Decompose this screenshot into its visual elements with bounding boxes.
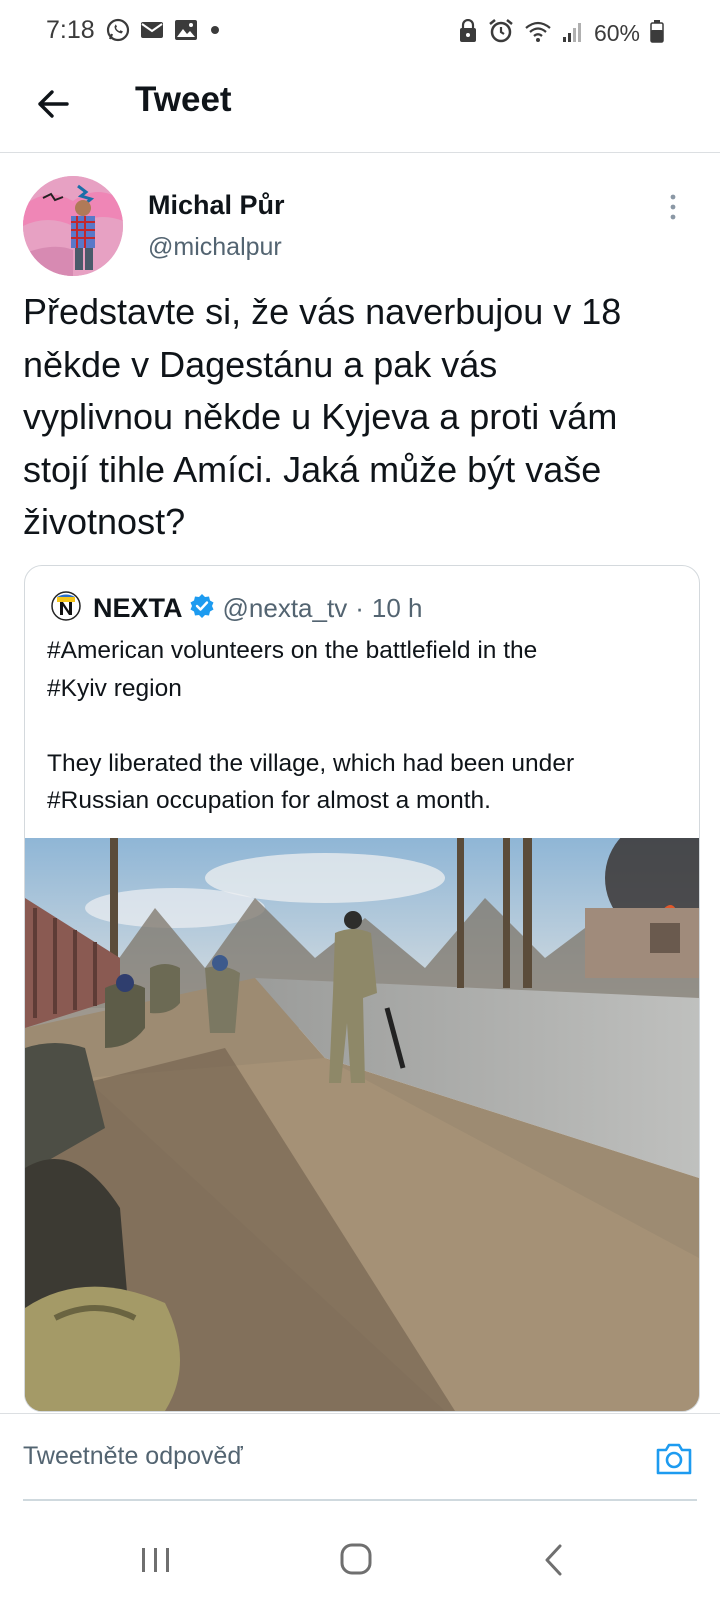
app-header: Tweet xyxy=(0,64,720,153)
author-name[interactable]: Michal Půr xyxy=(148,190,285,221)
verified-badge-icon xyxy=(189,593,215,624)
battery-percent: 60% xyxy=(593,20,640,46)
quoted-author-name: NEXTA xyxy=(93,592,183,623)
quoted-tweet-text: #American volunteers on the battlefield … xyxy=(47,637,575,814)
quoted-tweet-header: NEXTA @nexta_tv · 10 h xyxy=(51,588,422,628)
reply-input[interactable]: Tweetněte odpověď xyxy=(23,1442,243,1471)
system-nav-bar xyxy=(0,1520,720,1600)
reply-bar: Tweetněte odpověď xyxy=(0,1413,720,1500)
avatar[interactable] xyxy=(23,176,123,276)
tweet-text: Představte si, že vás naverbujou v 18 ně… xyxy=(23,291,622,542)
meta-separator: · xyxy=(355,592,364,623)
author-handle[interactable]: @michalpur xyxy=(148,233,282,262)
status-time: 7:18 xyxy=(46,16,95,44)
wifi-icon xyxy=(524,19,552,48)
gallery-icon xyxy=(174,19,198,46)
quoted-timestamp: 10 h xyxy=(371,592,423,623)
battery-icon xyxy=(650,19,664,48)
mail-icon xyxy=(140,20,164,45)
page-title: Tweet xyxy=(135,80,232,119)
whatsapp-icon xyxy=(106,18,130,47)
camera-icon[interactable] xyxy=(654,1438,694,1478)
back-nav-icon[interactable] xyxy=(532,1538,580,1582)
quoted-tweet[interactable]: NEXTA @nexta_tv · 10 h #American volunte… xyxy=(24,565,700,1412)
recent-apps-icon[interactable] xyxy=(132,1538,180,1582)
alarm-icon xyxy=(488,18,514,49)
tweet-media-image[interactable] xyxy=(25,818,699,1411)
more-options-icon[interactable] xyxy=(665,192,681,222)
dot-icon xyxy=(208,23,222,42)
quoted-author-handle: @nexta_tv xyxy=(222,592,348,623)
home-icon[interactable] xyxy=(332,1538,380,1582)
lock-icon xyxy=(458,18,478,48)
back-arrow-icon[interactable] xyxy=(34,84,74,124)
reply-divider xyxy=(23,1499,697,1501)
status-bar: 7:18 60% xyxy=(0,0,720,64)
nexta-logo-icon xyxy=(51,590,81,626)
signal-icon xyxy=(562,19,584,48)
